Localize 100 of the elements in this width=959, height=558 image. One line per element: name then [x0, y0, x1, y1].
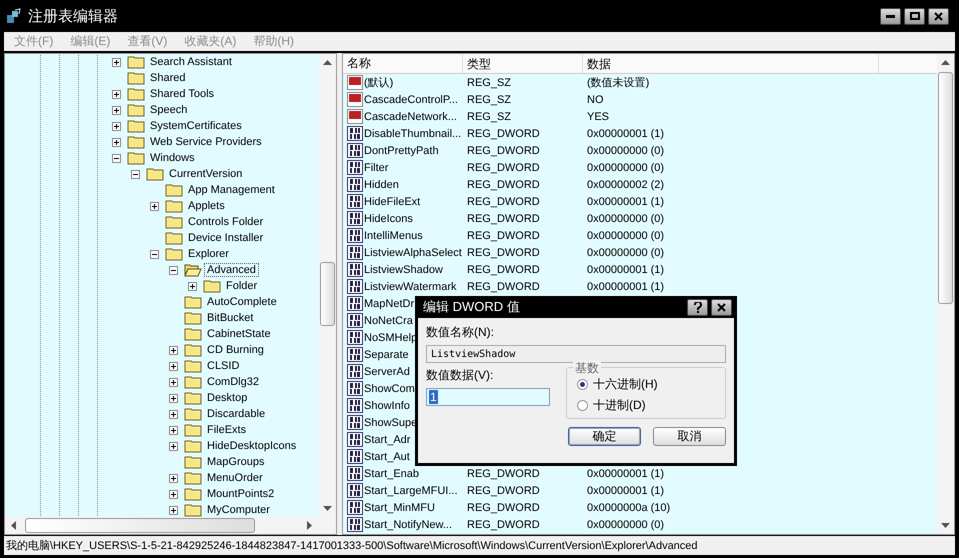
tree-item[interactable]: Advanced	[205, 264, 258, 276]
value-name[interactable]: DisableThumbnail...	[364, 128, 462, 140]
value-name[interactable]: Start_Aut	[364, 450, 410, 462]
value-name[interactable]: Separate	[364, 348, 409, 360]
value-data-field[interactable]: 1	[426, 388, 550, 406]
tree-item[interactable]: MyComputer	[205, 504, 272, 516]
horizontal-scrollbar[interactable]	[5, 517, 336, 534]
expand-toggle[interactable]	[169, 394, 178, 402]
close-button[interactable]	[928, 8, 949, 24]
column-header[interactable]: 数据	[583, 54, 879, 73]
value-name[interactable]: DontPrettyPath	[364, 144, 439, 156]
value-name[interactable]: HideIcons	[364, 212, 413, 224]
radio-button[interactable]	[577, 379, 588, 390]
column-header[interactable]: 名称	[343, 54, 463, 73]
tree-item[interactable]: Desktop	[205, 392, 250, 404]
down-arrow-icon[interactable]	[941, 521, 950, 530]
value-name[interactable]: ServerAd	[364, 366, 410, 378]
expand-toggle[interactable]	[150, 202, 159, 210]
radio-label[interactable]: 十进制(D)	[593, 397, 646, 414]
value-name[interactable]: Hidden	[364, 178, 399, 190]
up-arrow-icon[interactable]	[323, 58, 332, 67]
tree-item[interactable]: CurrentVersion	[167, 168, 244, 180]
tree-item[interactable]: MountPoints2	[205, 488, 276, 500]
collapse-toggle[interactable]	[150, 250, 159, 258]
expand-toggle[interactable]	[112, 58, 121, 66]
dialog-button[interactable]: 取消	[653, 427, 726, 446]
tree-item[interactable]: MenuOrder	[205, 472, 265, 484]
vertical-scrollbar[interactable]	[319, 54, 336, 517]
value-name[interactable]: ListviewWatermark	[364, 280, 456, 292]
expand-toggle[interactable]	[188, 282, 197, 290]
tree-item[interactable]: Device Installer	[186, 232, 266, 244]
right-arrow-icon[interactable]	[305, 521, 314, 530]
expand-toggle[interactable]	[169, 442, 178, 450]
tree-item[interactable]: Windows	[148, 152, 197, 164]
tree-item[interactable]: Search Assistant	[148, 56, 234, 68]
expand-toggle[interactable]	[169, 426, 178, 434]
tree-item[interactable]: Web Service Providers	[148, 136, 264, 148]
value-name[interactable]: MapNetDr	[364, 298, 414, 310]
tree-item[interactable]: Controls Folder	[186, 216, 266, 228]
expand-toggle[interactable]	[169, 474, 178, 482]
tree-item[interactable]: BitBucket	[205, 312, 256, 324]
tree-item[interactable]: ComDlg32	[205, 376, 261, 388]
minimize-button[interactable]	[880, 8, 901, 24]
value-name[interactable]: Start_Adr	[364, 434, 410, 446]
expand-toggle[interactable]	[112, 106, 121, 114]
value-name[interactable]: HideFileExt	[364, 196, 420, 208]
expand-toggle[interactable]	[169, 410, 178, 418]
maximize-button[interactable]	[904, 8, 925, 24]
value-name[interactable]: Filter	[364, 162, 388, 174]
tree-item[interactable]: Folder	[224, 280, 260, 292]
tree-item[interactable]: App Management	[186, 184, 277, 196]
expand-toggle[interactable]	[169, 362, 178, 370]
tree-item[interactable]: MapGroups	[205, 456, 266, 468]
expand-toggle[interactable]	[169, 346, 178, 354]
value-name[interactable]: CascadeNetwork...	[364, 110, 457, 122]
value-name[interactable]: ShowCom	[364, 382, 415, 394]
collapse-toggle[interactable]	[131, 170, 140, 178]
left-arrow-icon[interactable]	[9, 521, 18, 530]
value-name[interactable]: Start_LargeMFUI...	[364, 484, 458, 496]
value-name[interactable]: Start_NotifyNew...	[364, 518, 452, 530]
tree-item[interactable]: Discardable	[205, 408, 268, 420]
close-button[interactable]	[711, 298, 732, 316]
radio-label[interactable]: 十六进制(H)	[593, 376, 658, 393]
tree-item[interactable]: AutoComplete	[205, 296, 279, 308]
dialog-button[interactable]: 确定	[568, 427, 641, 446]
expand-toggle[interactable]	[112, 90, 121, 98]
value-name[interactable]: CascadeControlP...	[364, 94, 458, 106]
tree-item[interactable]: CabinetState	[205, 328, 273, 340]
value-name[interactable]: NoSMHelp	[364, 332, 418, 344]
value-name[interactable]: (默认)	[364, 75, 394, 90]
scrollbar-thumb[interactable]	[25, 518, 255, 533]
tree-item[interactable]: Speech	[148, 104, 190, 116]
value-name[interactable]: NoNetCra	[364, 314, 413, 326]
value-name[interactable]: ListviewShadow	[364, 264, 443, 276]
value-name[interactable]: ShowSupe	[364, 416, 418, 428]
value-name-field[interactable]: ListviewShadow	[426, 345, 726, 363]
value-name[interactable]: Start_MinMFU	[364, 502, 435, 514]
expand-toggle[interactable]	[112, 122, 121, 130]
tree-item[interactable]: CLSID	[205, 360, 242, 372]
tree-item[interactable]: FileExts	[205, 424, 248, 436]
scrollbar-thumb[interactable]	[320, 262, 335, 326]
value-name[interactable]: ShowInfo	[364, 400, 410, 412]
up-arrow-icon[interactable]	[941, 58, 950, 67]
expand-toggle[interactable]	[169, 490, 178, 498]
tree-item[interactable]: HideDesktopIcons	[205, 440, 298, 452]
value-name[interactable]: IntelliMenus	[364, 230, 423, 242]
expand-toggle[interactable]	[169, 506, 178, 514]
help-button[interactable]	[687, 298, 708, 316]
scrollbar-thumb[interactable]	[938, 72, 953, 304]
tree-item[interactable]: SystemCertificates	[148, 120, 244, 132]
column-header[interactable]: 类型	[463, 54, 583, 73]
collapse-toggle[interactable]	[112, 154, 121, 162]
radio-button[interactable]	[577, 400, 588, 411]
collapse-toggle[interactable]	[169, 266, 178, 274]
down-arrow-icon[interactable]	[323, 504, 332, 513]
vertical-scrollbar[interactable]	[937, 54, 954, 534]
tree-item[interactable]: CD Burning	[205, 344, 266, 356]
value-name[interactable]: Start_Enab	[364, 468, 420, 480]
tree-item[interactable]: Explorer	[186, 248, 231, 260]
expand-toggle[interactable]	[112, 138, 121, 146]
